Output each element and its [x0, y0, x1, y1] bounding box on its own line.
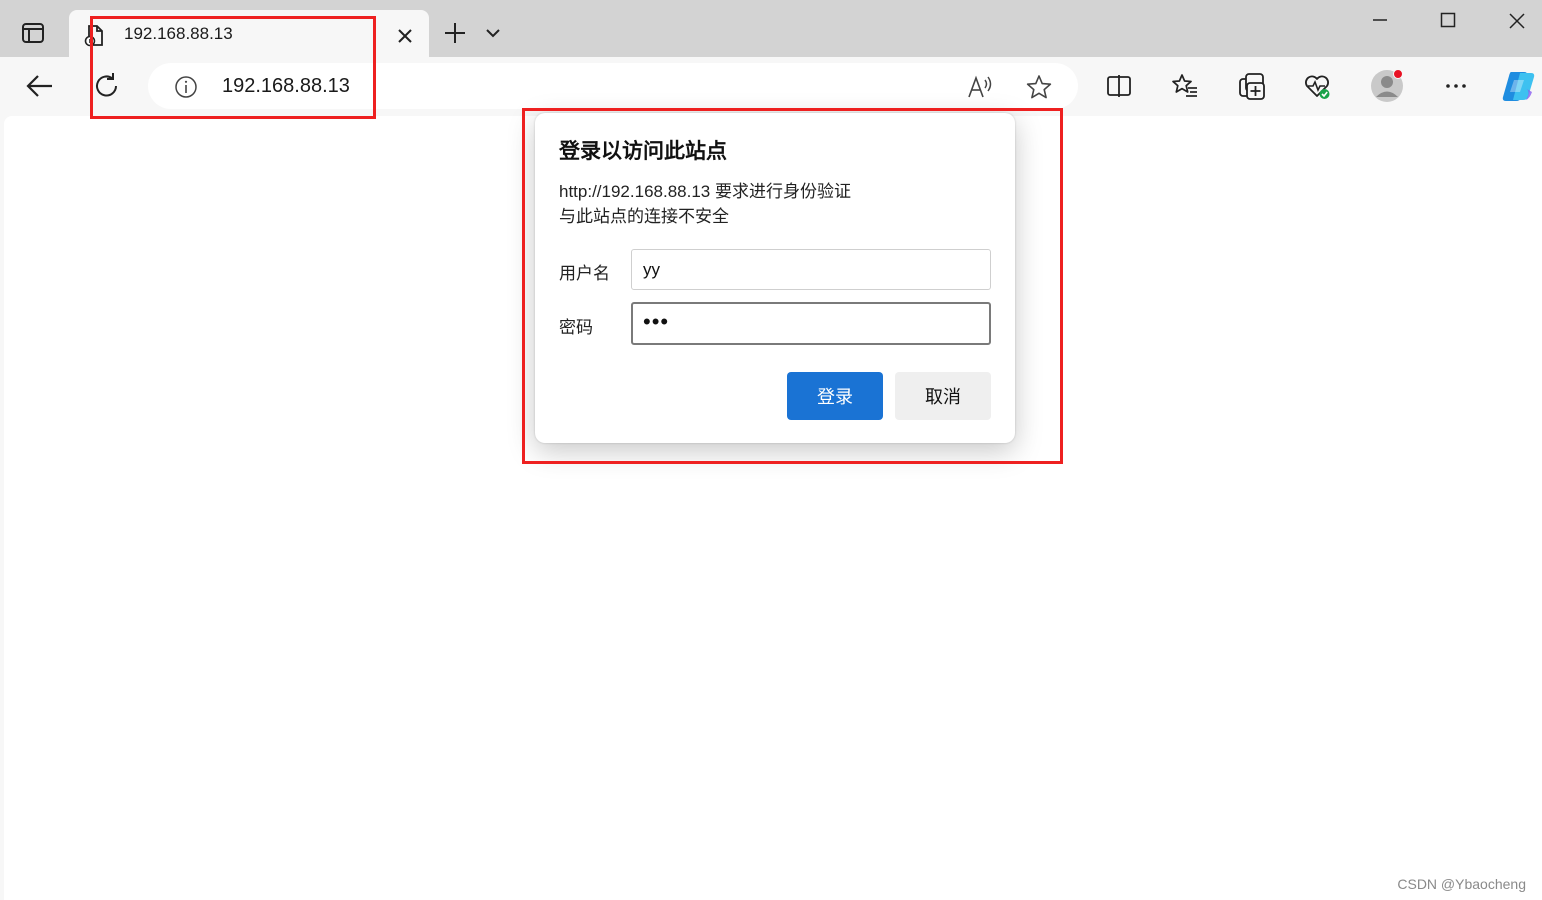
split-screen-icon[interactable] — [1104, 71, 1134, 101]
watermark: CSDN @Ybaocheng — [1397, 876, 1526, 892]
arrow-left-icon[interactable] — [24, 71, 56, 101]
favorites-icon[interactable] — [1170, 71, 1200, 101]
annotation-box-dialog — [522, 108, 1063, 464]
copilot-icon[interactable] — [1500, 68, 1538, 104]
window-close-icon[interactable] — [1506, 10, 1528, 32]
avatar-icon[interactable] — [1370, 69, 1404, 103]
ellipsis-icon[interactable] — [1441, 71, 1471, 101]
read-aloud-icon[interactable] — [967, 74, 995, 100]
star-icon[interactable] — [1025, 73, 1053, 101]
chevron-down-icon[interactable] — [484, 26, 502, 40]
tab-actions-icon[interactable] — [20, 20, 46, 46]
close-tab-icon[interactable] — [395, 26, 415, 46]
heart-pulse-icon[interactable] — [1302, 71, 1332, 101]
collections-icon[interactable] — [1237, 71, 1267, 101]
new-tab-icon[interactable] — [443, 21, 467, 45]
annotation-box-tab — [90, 16, 376, 119]
maximize-icon[interactable] — [1438, 10, 1458, 30]
minimize-icon[interactable] — [1370, 10, 1390, 30]
